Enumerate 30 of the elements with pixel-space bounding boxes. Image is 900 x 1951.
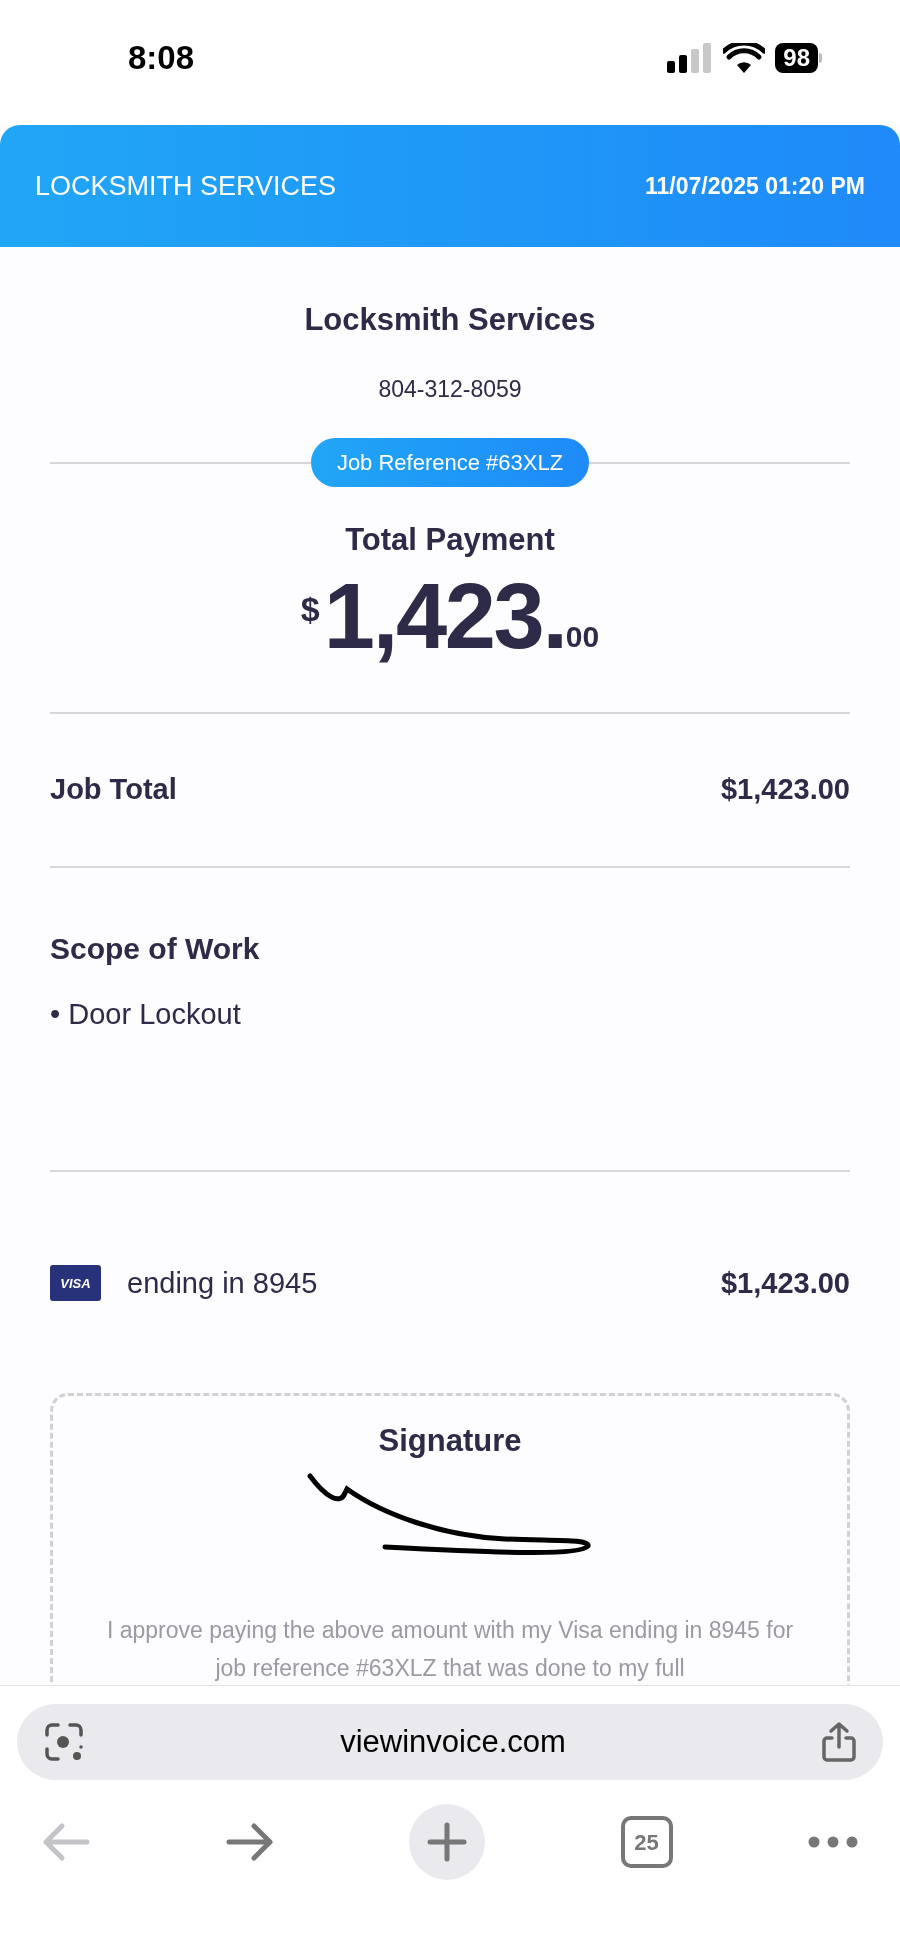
visa-card-icon: VISA xyxy=(50,1265,101,1302)
forward-arrow-icon[interactable] xyxy=(225,1822,274,1862)
job-reference-badge: Job Reference #63XLZ xyxy=(310,438,590,487)
payment-amount: $1,423.00 xyxy=(721,1265,850,1301)
signature-title: Signature xyxy=(378,1422,522,1460)
scope-title: Scope of Work xyxy=(50,930,261,967)
signal-icon xyxy=(667,42,714,73)
approval-text: I approve paying the above amount with my Visa ending in 8945 for job reference #63XLZ that was done to my full xyxy=(105,1615,795,1683)
currency-symbol: $ xyxy=(300,591,320,626)
more-icon[interactable] xyxy=(808,1836,858,1848)
job-total-label: Job Total xyxy=(50,771,177,807)
status-time: 8:08 xyxy=(128,37,195,78)
tab-count-button[interactable]: 25 xyxy=(620,1816,673,1868)
header-datetime: 11/07/2025 01:20 PM xyxy=(645,171,865,201)
card-ending-text: ending in 8945 xyxy=(127,1265,318,1301)
share-icon[interactable] xyxy=(821,1721,857,1763)
total-cents: 00 xyxy=(565,621,600,652)
job-total-amount: $1,423.00 xyxy=(721,771,850,807)
scope-item: • Door Lockout xyxy=(50,996,242,1032)
business-phone: 804-312-8059 xyxy=(378,374,522,404)
wifi-icon xyxy=(723,42,766,73)
url-text[interactable]: viewinvoice.com xyxy=(340,1718,566,1766)
camera-scan-icon[interactable] xyxy=(43,1721,85,1763)
plus-icon[interactable] xyxy=(427,1822,467,1862)
battery-level: 98 xyxy=(775,42,818,73)
business-name: Locksmith Services xyxy=(304,301,596,339)
total-amount: 1,423. xyxy=(323,569,566,662)
header-title: LOCKSMITH SERVICES xyxy=(35,169,337,203)
address-bar[interactable]: viewinvoice.com xyxy=(17,1704,883,1780)
total-payment-label: Total Payment xyxy=(345,521,555,559)
